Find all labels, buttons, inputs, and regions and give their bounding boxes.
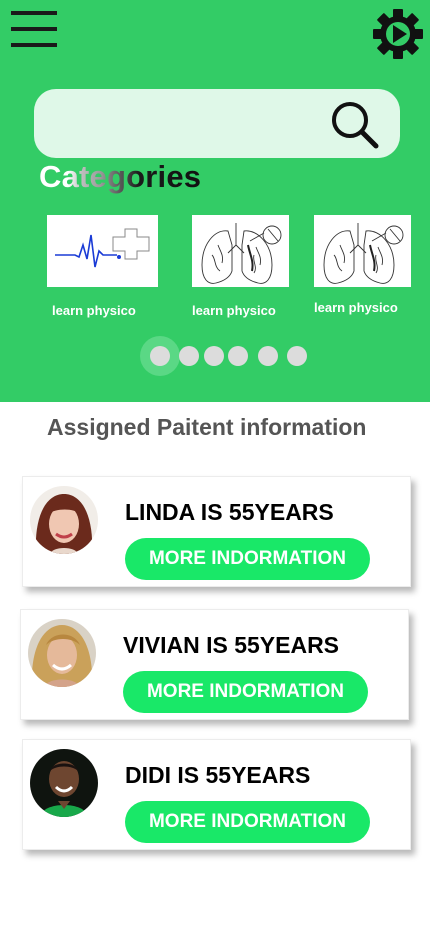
more-information-button[interactable]: MORE INDORMATION bbox=[123, 671, 368, 713]
categories-title: Categories bbox=[39, 159, 202, 194]
hamburger-menu-icon[interactable] bbox=[11, 11, 57, 49]
pagination-dot[interactable] bbox=[228, 346, 248, 366]
lungs-illustration-icon bbox=[323, 223, 404, 284]
category-label: learn physico bbox=[52, 303, 136, 318]
pagination-dot[interactable] bbox=[150, 346, 170, 366]
category-label: learn physico bbox=[314, 300, 398, 315]
gear-icon[interactable] bbox=[372, 8, 424, 60]
patient-name: LINDA IS 55YEARS bbox=[125, 499, 334, 525]
section-title: Assigned Paitent information bbox=[47, 414, 367, 440]
pagination-dot[interactable] bbox=[258, 346, 278, 366]
category-card-lungs[interactable] bbox=[314, 215, 411, 287]
menu-line bbox=[11, 27, 57, 31]
search-bar bbox=[34, 89, 400, 158]
category-card-heartbeat[interactable] bbox=[47, 215, 158, 287]
pagination-dot[interactable] bbox=[204, 346, 224, 366]
carousel-pagination bbox=[140, 336, 320, 376]
more-information-button[interactable]: MORE INDORMATION bbox=[125, 801, 370, 843]
patient-name: DIDI IS 55YEARS bbox=[125, 762, 311, 788]
lungs-illustration-icon bbox=[201, 223, 282, 284]
pagination-dot[interactable] bbox=[287, 346, 307, 366]
menu-line bbox=[11, 11, 57, 15]
patient-card: LINDA IS 55YEARS MORE INDORMATION bbox=[22, 476, 411, 587]
avatar bbox=[28, 619, 96, 687]
avatar bbox=[30, 749, 98, 817]
category-label: learn physico bbox=[192, 303, 276, 318]
patient-name: VIVIAN IS 55YEARS bbox=[123, 632, 340, 658]
hero-header: Categories learn physico learn physico l… bbox=[0, 0, 430, 402]
search-input[interactable] bbox=[52, 107, 332, 141]
avatar bbox=[30, 486, 98, 554]
search-icon[interactable] bbox=[326, 97, 382, 149]
heartbeat-medical-cross-icon bbox=[55, 228, 150, 268]
menu-line bbox=[11, 43, 57, 47]
pagination-dot[interactable] bbox=[179, 346, 199, 366]
more-information-button[interactable]: MORE INDORMATION bbox=[125, 538, 370, 580]
category-card-lungs[interactable] bbox=[192, 215, 289, 287]
patient-card: VIVIAN IS 55YEARS MORE INDORMATION bbox=[20, 609, 409, 720]
patient-card: DIDI IS 55YEARS MORE INDORMATION bbox=[22, 739, 411, 850]
